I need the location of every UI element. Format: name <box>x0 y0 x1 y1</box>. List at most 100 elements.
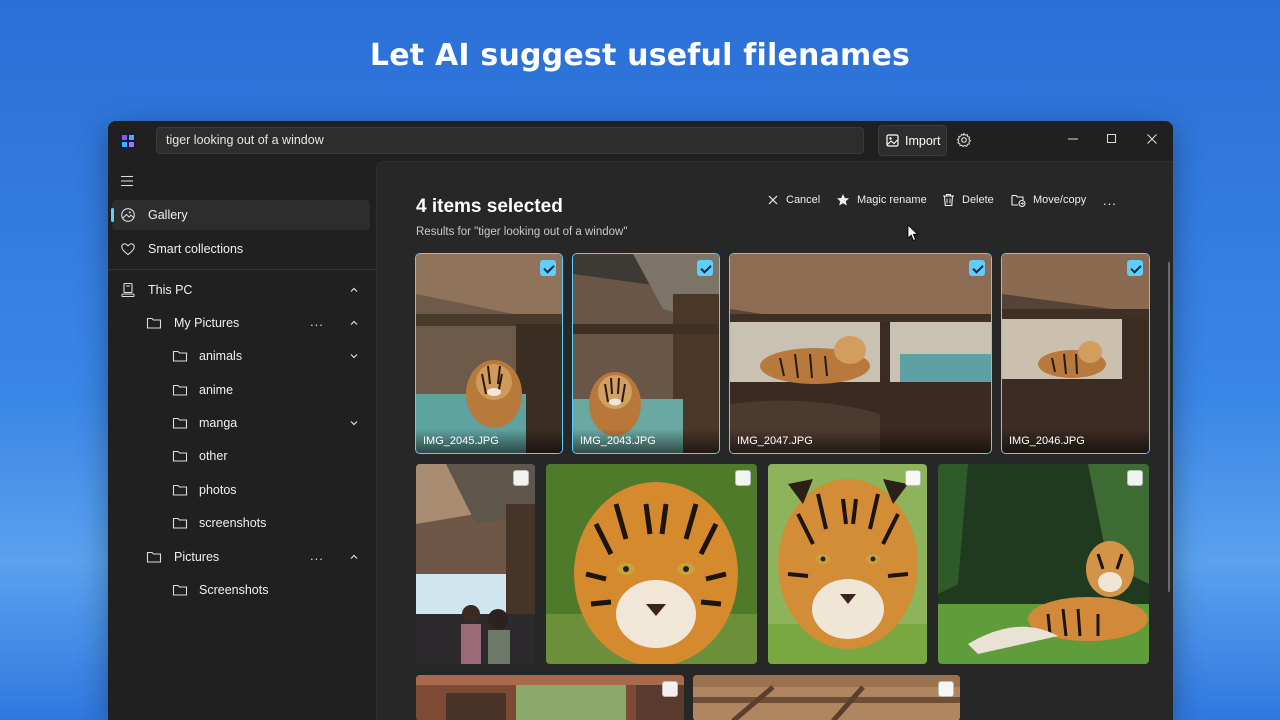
folder-icon <box>172 584 188 596</box>
title-bar: tiger looking out of a window Import <box>108 121 1173 161</box>
selection-checkbox[interactable] <box>662 681 678 697</box>
photo-thumbnail <box>573 254 719 453</box>
minimize-icon[interactable] <box>1065 131 1081 147</box>
photo-tile[interactable] <box>416 675 684 720</box>
selection-checkbox[interactable] <box>1127 260 1143 276</box>
results-text: Results for "tiger looking out of a wind… <box>416 226 628 238</box>
photo-thumbnail <box>730 254 991 453</box>
photo-tile[interactable] <box>416 464 535 664</box>
photo-tile[interactable]: IMG_2047.JPG <box>729 253 992 454</box>
delete-button[interactable]: Delete <box>942 189 994 211</box>
move-copy-label: Move/copy <box>1033 194 1087 206</box>
more-options-icon[interactable]: ... <box>310 548 324 563</box>
folder-icon <box>172 417 188 429</box>
folder-icon <box>172 450 188 462</box>
sidebar-item-other[interactable]: other <box>112 441 370 471</box>
photo-tile[interactable] <box>693 675 960 720</box>
sidebar-item-anime[interactable]: anime <box>112 375 370 405</box>
sidebar-item-label: Screenshots <box>199 583 269 597</box>
selection-checkbox[interactable] <box>513 470 529 486</box>
sidebar-item-gallery[interactable]: Gallery <box>111 200 370 230</box>
sidebar-item-label: Smart collections <box>148 242 244 256</box>
folder-icon <box>172 350 188 362</box>
gallery-icon <box>121 208 135 222</box>
selection-checkbox[interactable] <box>1127 470 1143 486</box>
folder-icon <box>172 384 188 396</box>
photo-tile[interactable] <box>768 464 927 664</box>
close-icon[interactable] <box>1144 131 1160 147</box>
chevron-down-icon[interactable] <box>349 418 359 428</box>
folder-icon <box>146 317 162 329</box>
selection-checkbox[interactable] <box>905 470 921 486</box>
photo-filename: IMG_2043.JPG <box>573 429 719 453</box>
active-indicator <box>111 208 114 222</box>
scrollbar[interactable] <box>1168 262 1170 592</box>
cancel-button[interactable]: Cancel <box>767 189 820 211</box>
photo-tile[interactable]: IMG_2046.JPG <box>1001 253 1150 454</box>
photo-tile[interactable]: IMG_2043.JPG <box>572 253 720 454</box>
photo-tile[interactable] <box>938 464 1149 664</box>
sidebar-item-label: photos <box>199 483 237 497</box>
sidebar-item-this-pc[interactable]: This PC <box>112 275 370 305</box>
sidebar-item-smart-collections[interactable]: Smart collections <box>112 234 370 264</box>
sidebar-item-label: My Pictures <box>174 316 240 330</box>
chevron-up-icon[interactable] <box>349 552 359 562</box>
sidebar-item-label: animals <box>199 349 243 363</box>
trash-icon <box>943 194 954 207</box>
sidebar-item-animals[interactable]: animals <box>112 341 370 371</box>
import-button[interactable]: Import <box>878 125 947 156</box>
sidebar-item-pictures[interactable]: Pictures ... <box>112 542 370 572</box>
star-icon <box>837 194 849 206</box>
photo-tile[interactable]: IMG_2045.JPG <box>415 253 563 454</box>
selection-checkbox[interactable] <box>697 260 713 276</box>
sidebar-item-label: manga <box>199 416 238 430</box>
sidebar-item-label: other <box>199 449 228 463</box>
sidebar-item-my-pictures[interactable]: My Pictures ... <box>112 308 370 338</box>
chevron-down-icon[interactable] <box>349 351 359 361</box>
sidebar-divider <box>108 269 376 270</box>
gear-icon[interactable] <box>956 132 972 148</box>
selection-checkbox[interactable] <box>540 260 556 276</box>
more-options-icon[interactable]: ... <box>310 314 324 329</box>
selection-checkbox[interactable] <box>735 470 751 486</box>
magic-rename-button[interactable]: Magic rename <box>836 189 927 211</box>
photo-thumbnail <box>546 464 757 664</box>
more-commands-button[interactable]: ... <box>1103 189 1117 211</box>
sidebar-item-photos[interactable]: photos <box>112 475 370 505</box>
pc-icon <box>121 282 135 297</box>
mouse-cursor-icon <box>907 224 919 242</box>
move-copy-button[interactable]: Move/copy <box>1011 189 1086 211</box>
photo-thumbnail <box>416 675 684 720</box>
search-input[interactable]: tiger looking out of a window <box>156 127 864 154</box>
cancel-label: Cancel <box>786 194 821 206</box>
selection-checkbox[interactable] <box>969 260 985 276</box>
heart-icon <box>121 243 135 256</box>
photo-thumbnail <box>1002 254 1149 453</box>
folder-icon <box>172 484 188 496</box>
chevron-up-icon[interactable] <box>349 318 359 328</box>
selection-title: 4 items selected <box>416 196 563 217</box>
sidebar-item-manga[interactable]: manga <box>112 408 370 438</box>
photo-thumbnail <box>768 464 927 664</box>
sidebar-item-label: Gallery <box>148 208 188 222</box>
sidebar-item-label: anime <box>199 383 234 397</box>
sidebar-item-screenshots[interactable]: screenshots <box>112 508 370 538</box>
hamburger-icon[interactable] <box>120 175 134 187</box>
folder-move-icon <box>1011 194 1026 207</box>
photo-filename: IMG_2045.JPG <box>416 429 562 453</box>
sidebar-item-label: This PC <box>148 283 193 297</box>
app-window: tiger looking out of a window Import Gal… <box>108 121 1173 720</box>
image-import-icon <box>886 134 899 147</box>
maximize-icon[interactable] <box>1104 131 1120 147</box>
photo-thumbnail <box>416 254 562 453</box>
photo-tile[interactable] <box>546 464 757 664</box>
photo-thumbnail <box>693 675 960 720</box>
selection-checkbox[interactable] <box>938 681 954 697</box>
sidebar-item-label: screenshots <box>199 516 267 530</box>
app-logo-icon <box>120 133 136 149</box>
chevron-up-icon[interactable] <box>349 285 359 295</box>
delete-label: Delete <box>962 194 994 206</box>
import-label: Import <box>905 133 941 148</box>
folder-icon <box>172 517 188 529</box>
sidebar-item-screenshots-2[interactable]: Screenshots <box>112 575 370 605</box>
